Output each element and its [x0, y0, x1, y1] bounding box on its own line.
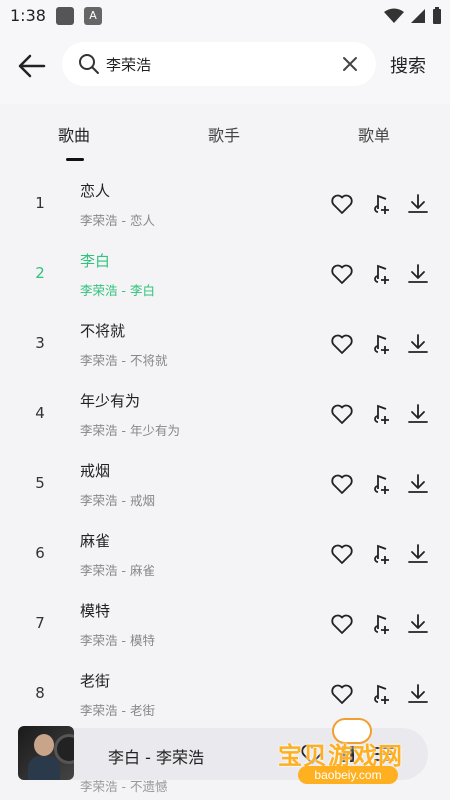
heart-icon[interactable]	[330, 472, 354, 496]
download-icon[interactable]	[406, 612, 430, 636]
song-subtitle: 李荣浩 - 模特	[80, 633, 155, 648]
tab-playlists[interactable]: 歌单	[358, 122, 390, 146]
heart-icon[interactable]	[330, 192, 354, 216]
add-to-playlist-icon[interactable]	[368, 192, 392, 216]
search-header: 搜索	[0, 32, 450, 104]
download-icon[interactable]	[406, 332, 430, 356]
search-box	[62, 42, 376, 86]
notification-icon	[56, 7, 74, 25]
heart-icon[interactable]	[330, 612, 354, 636]
song-actions	[330, 682, 430, 706]
download-icon[interactable]	[406, 472, 430, 496]
song-title: 麻雀	[80, 532, 111, 550]
song-row[interactable]: 7 模特 李荣浩 - 模特	[0, 590, 450, 660]
add-to-playlist-icon[interactable]	[368, 402, 392, 426]
add-to-playlist-icon[interactable]	[368, 262, 392, 286]
song-subtitle: 李荣浩 - 老街	[80, 703, 155, 718]
search-button[interactable]: 搜索	[390, 52, 426, 78]
app-notification-icon: A	[84, 7, 102, 25]
search-input[interactable]	[106, 42, 326, 86]
tab-singers[interactable]: 歌手	[208, 122, 240, 146]
song-number: 1	[35, 194, 45, 212]
song-title: 不将就	[80, 322, 126, 340]
song-number: 7	[35, 614, 45, 632]
song-subtitle: 李荣浩 - 不将就	[80, 353, 168, 368]
song-row[interactable]: 6 麻雀 李荣浩 - 麻雀	[0, 520, 450, 590]
heart-icon[interactable]	[330, 262, 354, 286]
status-bar: 1:38 A	[0, 0, 450, 32]
download-icon[interactable]	[406, 402, 430, 426]
watermark-url: baobeiy.com	[298, 766, 398, 784]
song-subtitle: 李荣浩 - 恋人	[80, 213, 155, 228]
album-art[interactable]	[18, 726, 74, 780]
song-row[interactable]: 3 不将就 李荣浩 - 不将就	[0, 310, 450, 380]
status-icons	[384, 7, 442, 25]
song-title: 恋人	[80, 182, 111, 200]
song-number: 6	[35, 544, 45, 562]
watermark: 宝贝游戏网 baobeiy.com	[278, 718, 438, 790]
tab-bar: 歌曲 歌手 歌单	[0, 104, 450, 164]
song-number: 8	[35, 684, 45, 702]
add-to-playlist-icon[interactable]	[368, 682, 392, 706]
download-icon[interactable]	[406, 542, 430, 566]
signal-icon	[411, 9, 425, 23]
song-number: 4	[35, 404, 45, 422]
song-number: 5	[35, 474, 45, 492]
heart-icon[interactable]	[330, 402, 354, 426]
song-actions	[330, 612, 430, 636]
song-subtitle: 李荣浩 - 年少有为	[80, 423, 180, 438]
song-row[interactable]: 1 恋人 李荣浩 - 恋人	[0, 170, 450, 240]
song-title: 年少有为	[80, 392, 141, 410]
song-row[interactable]: 5 戒烟 李荣浩 - 戒烟	[0, 450, 450, 520]
song-subtitle: 李荣浩 - 麻雀	[80, 563, 155, 578]
song-actions	[330, 542, 430, 566]
heart-icon[interactable]	[330, 542, 354, 566]
add-to-playlist-icon[interactable]	[368, 332, 392, 356]
song-actions	[330, 402, 430, 426]
status-time: 1:38	[10, 6, 46, 25]
download-icon[interactable]	[406, 262, 430, 286]
search-icon	[79, 54, 99, 74]
tab-songs[interactable]: 歌曲	[58, 122, 90, 146]
song-subtitle: 李荣浩 - 戒烟	[80, 493, 155, 508]
add-to-playlist-icon[interactable]	[368, 472, 392, 496]
song-actions	[330, 472, 430, 496]
song-subtitle: 李荣浩 - 李白	[80, 283, 155, 298]
add-to-playlist-icon[interactable]	[368, 612, 392, 636]
song-row-playing[interactable]: 2 李白 李荣浩 - 李白	[0, 240, 450, 310]
song-number: 2	[35, 264, 45, 282]
back-button[interactable]	[14, 48, 50, 84]
close-icon	[343, 57, 357, 71]
song-title: 李白	[80, 252, 111, 270]
song-actions	[330, 332, 430, 356]
add-to-playlist-icon[interactable]	[368, 542, 392, 566]
clear-search-button[interactable]	[340, 54, 360, 74]
now-playing-title: 李白 - 李荣浩	[108, 748, 204, 767]
song-actions	[330, 192, 430, 216]
song-number: 3	[35, 334, 45, 352]
wifi-icon	[384, 8, 404, 23]
battery-icon	[433, 7, 441, 24]
song-title: 戒烟	[80, 462, 111, 480]
heart-icon[interactable]	[330, 332, 354, 356]
download-icon[interactable]	[406, 682, 430, 706]
song-actions	[330, 262, 430, 286]
song-row[interactable]: 4 年少有为 李荣浩 - 年少有为	[0, 380, 450, 450]
arrow-left-icon	[18, 54, 46, 78]
heart-icon[interactable]	[330, 682, 354, 706]
song-title: 老街	[80, 672, 111, 690]
song-title: 模特	[80, 602, 111, 620]
download-icon[interactable]	[406, 192, 430, 216]
tab-indicator	[66, 158, 84, 161]
